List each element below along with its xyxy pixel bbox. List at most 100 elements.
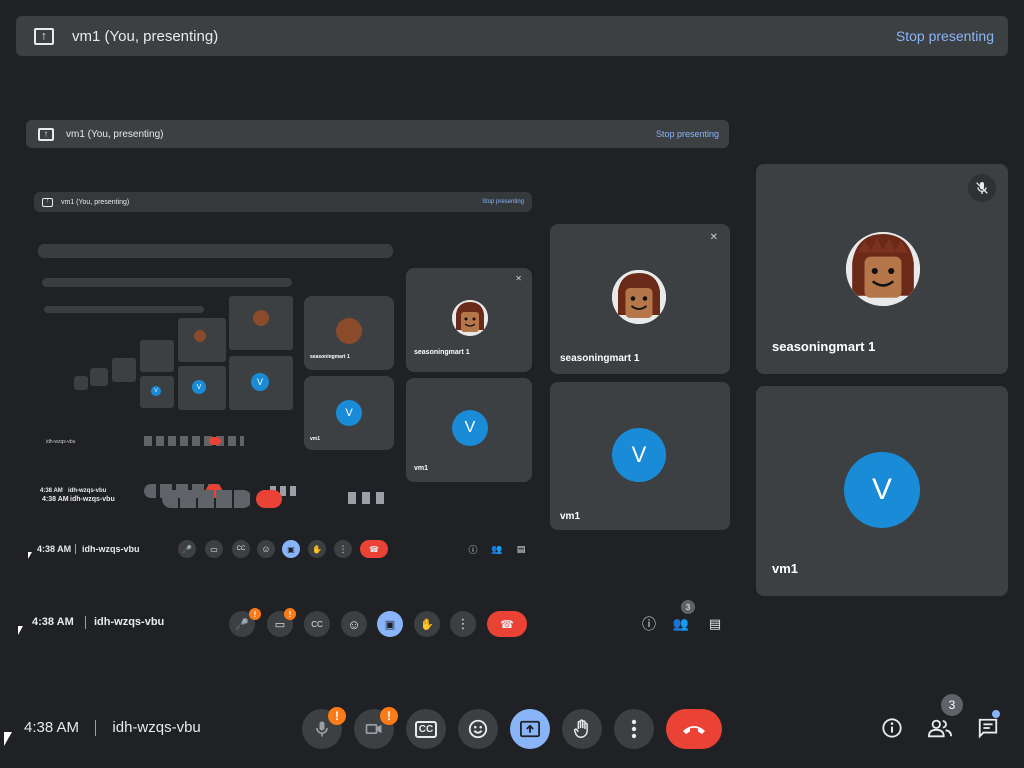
nested-code: idh-wzqs-vbu bbox=[46, 439, 76, 445]
shared-banner-title: vm1 (You, presenting) bbox=[66, 128, 164, 140]
shared-tile-name: vm1 bbox=[560, 511, 581, 522]
shared-tile-vm1: V vm1 bbox=[406, 378, 532, 482]
shared-tile-inner-vm1: V vm1 bbox=[304, 376, 394, 450]
raise-hand-icon: ✋ bbox=[414, 611, 440, 637]
shared-banner: vm1 (You, presenting) Stop presenting bbox=[26, 120, 729, 148]
participant-avatar: V bbox=[612, 428, 666, 482]
shared-tile-name: vm1 bbox=[414, 465, 429, 472]
nested-avatar: V bbox=[251, 373, 269, 391]
nested-photo bbox=[194, 330, 206, 342]
people-icon: 👥 bbox=[491, 543, 503, 554]
nested-banner-2 bbox=[42, 278, 292, 287]
present-button[interactable] bbox=[510, 709, 550, 749]
participant-avatar: V bbox=[452, 410, 488, 446]
call-end-icon: ☎ bbox=[360, 540, 388, 558]
participant-avatar: V bbox=[844, 452, 920, 528]
control-bar: 4:38 AM idh-wzqs-vbu ! ! CC 3 bbox=[0, 694, 1024, 758]
shared-stop-presenting: Stop presenting bbox=[655, 129, 719, 139]
mic-warning-badge: ! bbox=[328, 707, 346, 725]
meeting-time: 4:38 AM bbox=[24, 719, 80, 736]
emoji-icon: ☺ bbox=[341, 611, 367, 637]
mouse-cursor bbox=[28, 552, 32, 559]
people-icon bbox=[928, 719, 952, 738]
banner-title: vm1 (You, presenting) bbox=[72, 27, 219, 45]
present-to-all-icon bbox=[38, 127, 54, 141]
cam-warning-badge: ! bbox=[284, 608, 296, 620]
raise-hand-icon: ✋ bbox=[308, 540, 326, 558]
shared-tile-seasoningmart: seasoningmart 1 ✕ bbox=[406, 268, 532, 372]
meeting-separator bbox=[95, 720, 97, 737]
participant-avatar: V bbox=[336, 400, 362, 426]
participant-photo bbox=[612, 270, 666, 324]
present-to-all-icon bbox=[34, 27, 54, 45]
participant-photo bbox=[452, 300, 488, 336]
shared-tile-name: vm1 bbox=[310, 436, 321, 442]
shared-screen: vm1 (You, presenting) Stop presenting vm… bbox=[24, 118, 734, 648]
meeting-info: 4:38 AM idh-wzqs-vbu bbox=[24, 719, 201, 737]
mic-off-icon: 🎤 bbox=[178, 540, 196, 558]
mouse-cursor bbox=[4, 732, 12, 746]
nested-banner-3 bbox=[44, 306, 204, 313]
people-count-badge: 3 bbox=[941, 694, 963, 716]
shared-time-1: 4:38 AM bbox=[42, 496, 69, 503]
raise-hand-icon bbox=[573, 719, 588, 738]
present-icon: ▣ bbox=[377, 611, 403, 637]
leave-call-button[interactable] bbox=[666, 709, 722, 749]
emoji-button[interactable] bbox=[458, 709, 498, 749]
mic-off-icon: ✕ bbox=[709, 232, 718, 243]
info-icon: ⓘ bbox=[468, 544, 478, 555]
info-icon: ⓘ bbox=[642, 616, 656, 632]
mic-off-icon bbox=[316, 721, 328, 737]
nested-tile bbox=[112, 358, 136, 382]
more-options-button[interactable] bbox=[614, 709, 654, 749]
shared-banner-2-stop: Stop presenting bbox=[481, 199, 524, 205]
mic-off-icon bbox=[968, 174, 996, 202]
participant-tile-vm1[interactable]: V vm1 bbox=[756, 386, 1008, 596]
present-to-all-icon bbox=[42, 197, 53, 207]
meeting-details-button[interactable] bbox=[878, 714, 906, 742]
shared-bar-code: idh-wzqs-vbu bbox=[94, 616, 165, 628]
meeting-code: idh-wzqs-vbu bbox=[112, 719, 201, 736]
chat-notification-dot bbox=[992, 710, 1000, 718]
nested-tile bbox=[90, 368, 108, 386]
nested-avatar: V bbox=[151, 386, 161, 396]
shared-main-code: idh-wzqs-vbu bbox=[82, 544, 140, 554]
nested-banner bbox=[38, 244, 393, 258]
call-end-icon bbox=[683, 726, 705, 734]
captions-icon: CC bbox=[232, 540, 250, 558]
stop-presenting-button[interactable]: Stop presenting bbox=[896, 28, 994, 44]
present-icon bbox=[520, 720, 540, 738]
emoji-icon bbox=[468, 719, 488, 739]
emoji-icon: ☺ bbox=[257, 540, 275, 558]
shared-controls-main: 4:38 AM idh-wzqs-vbu 🎤 ▭ CC ☺ ▣ ✋ ⋮ ☎ ⓘ … bbox=[24, 534, 554, 564]
participant-name: vm1 bbox=[772, 561, 799, 576]
chat-icon bbox=[978, 718, 998, 739]
captions-button[interactable]: CC bbox=[406, 709, 446, 749]
participant-tile-seasoningmart[interactable]: seasoningmart 1 bbox=[756, 164, 1008, 374]
shared-tile-name: seasoningmart 1 bbox=[310, 354, 350, 360]
chat-icon: ▤ bbox=[516, 543, 526, 554]
shared-code-1: idh-wzqs-vbu bbox=[70, 496, 115, 503]
nested-photo bbox=[253, 310, 269, 326]
shared-tile-name: seasoningmart 1 bbox=[414, 349, 470, 356]
call-end-icon: ☎ bbox=[487, 611, 527, 637]
captions-icon: CC bbox=[304, 611, 330, 637]
shared-banner-2: vm1 (You, presenting) Stop presenting bbox=[34, 192, 532, 212]
more-vert-icon: ⋮ bbox=[450, 611, 476, 637]
more-vert-icon bbox=[631, 719, 637, 739]
raise-hand-button[interactable] bbox=[562, 709, 602, 749]
captions-icon: CC bbox=[414, 720, 438, 738]
shared-controls-1: 4:38 AM idh-wzqs-vbu bbox=[34, 486, 544, 526]
people-count-badge: 3 bbox=[681, 600, 695, 614]
mic-warning-badge: ! bbox=[249, 608, 261, 620]
shared-tile-inner-seasoningmart: seasoningmart 1 bbox=[304, 296, 394, 370]
participant-photo bbox=[336, 318, 362, 344]
participant-name: seasoningmart 1 bbox=[772, 339, 876, 354]
people-button[interactable] bbox=[926, 714, 954, 742]
info-icon bbox=[882, 718, 902, 738]
shared-tile-name: seasoningmart 1 bbox=[560, 353, 640, 364]
videocam-off-icon bbox=[365, 724, 382, 734]
nested-tile bbox=[74, 376, 88, 390]
chat-button[interactable] bbox=[974, 714, 1002, 742]
more-vert-icon: ⋮ bbox=[334, 540, 352, 558]
